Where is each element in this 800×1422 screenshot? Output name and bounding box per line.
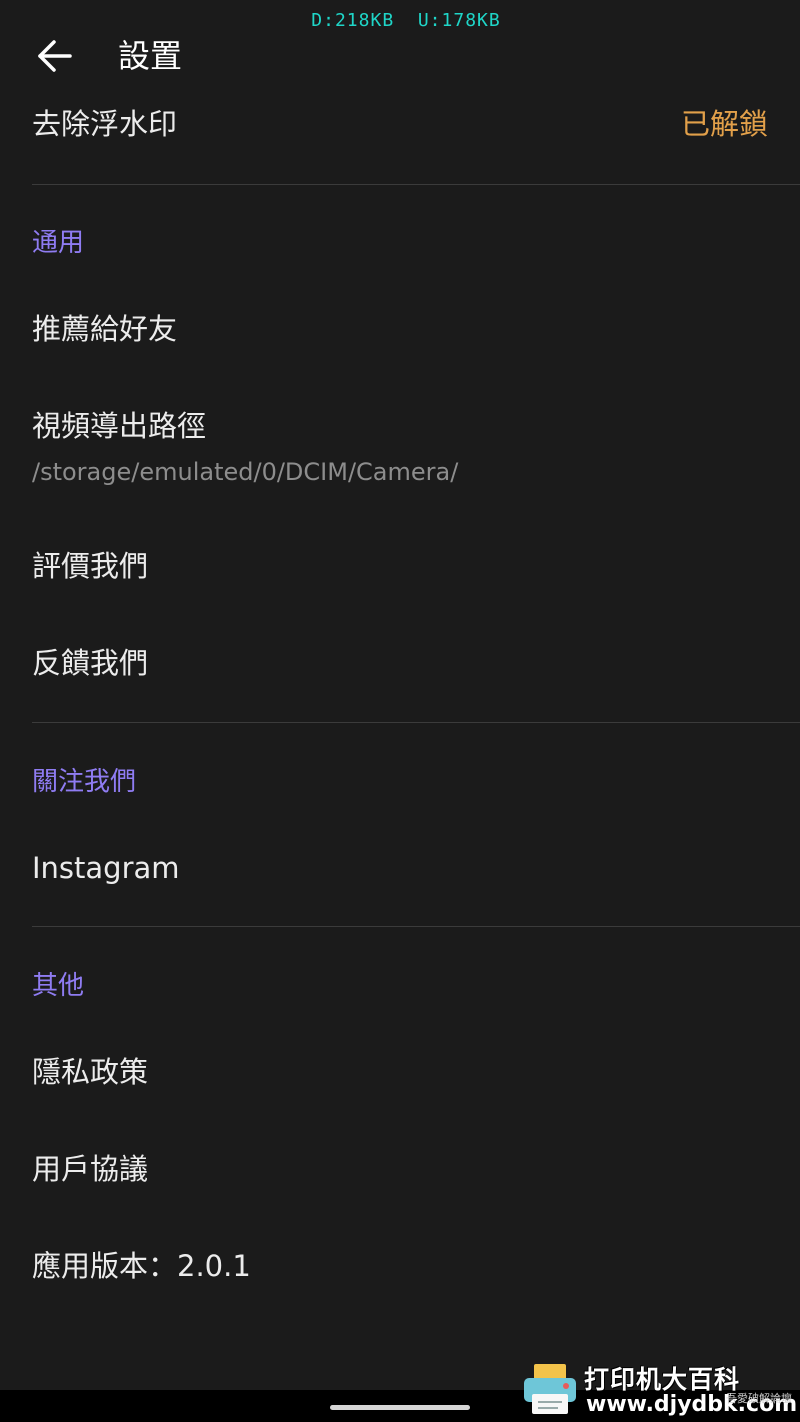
- export-path-label: 視頻導出路徑: [32, 409, 207, 443]
- home-indicator[interactable]: [330, 1405, 470, 1410]
- privacy-policy-label: 隱私政策: [32, 1055, 149, 1089]
- app-version-item: 應用版本：2.0.1: [32, 1246, 768, 1286]
- user-agreement-item[interactable]: 用戶協議: [32, 1149, 768, 1189]
- divider: [32, 184, 800, 185]
- instagram-item[interactable]: Instagram: [32, 848, 768, 888]
- export-path-value: /storage/emulated/0/DCIM/Camera/: [32, 458, 459, 486]
- recommend-to-friends-item[interactable]: 推薦給好友: [32, 309, 768, 349]
- recommend-label: 推薦給好友: [32, 312, 178, 346]
- section-header-other: 其他: [32, 971, 85, 1001]
- export-path-item[interactable]: 視頻導出路徑: [32, 406, 768, 446]
- printer-icon: [524, 1364, 576, 1414]
- arrow-left-icon: [38, 40, 72, 72]
- feedback-label: 反饋我們: [32, 646, 149, 680]
- divider: [32, 926, 800, 927]
- back-button[interactable]: [30, 34, 78, 78]
- section-header-general: 通用: [32, 228, 85, 258]
- remove-watermark-item[interactable]: 去除浮水印 已解鎖: [32, 104, 768, 144]
- instagram-label: Instagram: [32, 851, 180, 885]
- feedback-item[interactable]: 反饋我們: [32, 643, 768, 683]
- user-agreement-label: 用戶協議: [32, 1152, 149, 1186]
- app-version-label: 應用版本：2.0.1: [32, 1249, 251, 1283]
- rate-us-item[interactable]: 評價我們: [32, 546, 768, 586]
- site-watermark: 打印机大百科 www.djydbk.com 吾愛破解論壇: [520, 1360, 797, 1418]
- page-title: 設置: [118, 37, 183, 75]
- section-header-follow: 關注我們: [32, 767, 137, 797]
- privacy-policy-item[interactable]: 隱私政策: [32, 1052, 768, 1092]
- divider: [32, 722, 800, 723]
- rate-us-label: 評價我們: [32, 549, 149, 583]
- unlocked-status: 已解鎖: [680, 107, 768, 141]
- app-bar: 設置: [0, 28, 800, 84]
- remove-watermark-label: 去除浮水印: [32, 107, 178, 141]
- watermark-title: 打印机大百科: [584, 1365, 741, 1394]
- watermark-small-text: 吾愛破解論壇: [726, 1392, 792, 1405]
